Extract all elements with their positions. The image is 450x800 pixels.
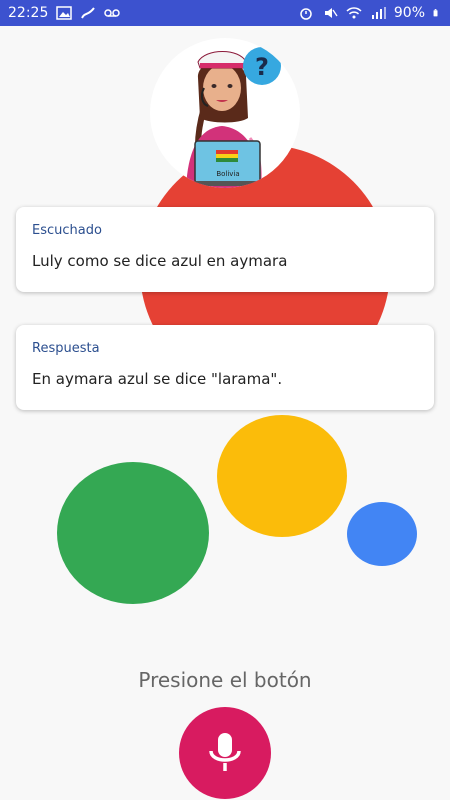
status-right: 90% — [298, 5, 442, 21]
laptop-label: Bolivia — [216, 170, 239, 178]
wifi-icon — [346, 7, 362, 19]
status-time: 22:25 — [8, 5, 49, 21]
assistant-avatar: Bolivia ? — [150, 38, 300, 188]
battery-percent: 90% — [393, 5, 425, 21]
blue-circle — [347, 502, 417, 566]
yellow-circle — [217, 415, 347, 537]
cellular-icon — [371, 7, 386, 19]
alarm-icon — [300, 8, 312, 20]
microphone-button[interactable] — [179, 707, 271, 799]
signal-icon — [81, 7, 96, 19]
image-icon — [56, 6, 73, 20]
response-label: Respuesta — [32, 341, 100, 356]
press-button-prompt: Presione el botón — [138, 668, 312, 692]
question-mark-icon: ? — [255, 53, 269, 81]
battery-icon — [433, 9, 438, 17]
status-bar: 22:25 90% — [0, 0, 450, 26]
response-card: Respuesta En aymara azul se dice "larama… — [16, 325, 434, 410]
heard-text: Luly como se dice azul en aymara — [32, 252, 288, 270]
avatar-illustration: Bolivia ? — [186, 47, 281, 188]
heard-label: Escuchado — [32, 223, 102, 238]
mute-icon — [324, 8, 338, 18]
heard-card: Escuchado Luly como se dice azul en ayma… — [16, 207, 434, 292]
green-circle — [57, 462, 209, 604]
voicemail-icon — [104, 9, 121, 17]
microphone-icon — [209, 733, 241, 771]
response-text: En aymara azul se dice "larama". — [32, 370, 283, 388]
status-left: 22:25 — [8, 5, 121, 21]
